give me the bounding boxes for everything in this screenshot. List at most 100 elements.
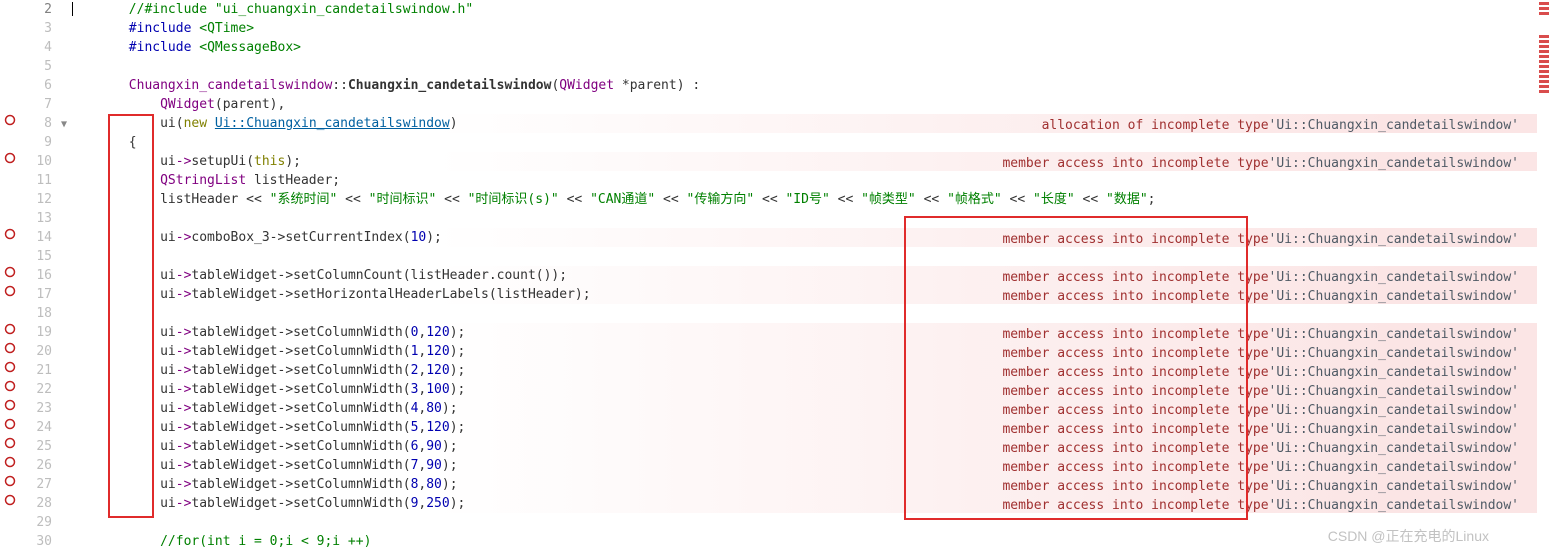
code-line[interactable]: 10 ui->setupUi(this);member access into …	[0, 152, 1537, 171]
code-line[interactable]: 7 QWidget(parent),	[0, 95, 1537, 114]
code-line[interactable]: 2 //#include "ui_chuangxin_candetailswin…	[0, 0, 1537, 19]
minimap[interactable]	[1539, 0, 1549, 94]
minimap-marker[interactable]	[1539, 35, 1549, 38]
fold-icon[interactable]: ▼	[61, 119, 67, 130]
gutter-marker	[0, 361, 20, 373]
line-number[interactable]: 8	[20, 114, 56, 133]
line-number[interactable]: 27	[20, 475, 56, 494]
fold-gutter[interactable]: ▼	[56, 114, 72, 134]
line-number[interactable]: 3	[20, 19, 56, 38]
code-line[interactable]: 5	[0, 57, 1537, 76]
code-content[interactable]: //#include "ui_chuangxin_candetailswindo…	[72, 0, 1537, 19]
code-editor[interactable]: 2 //#include "ui_chuangxin_candetailswin…	[0, 0, 1537, 552]
code-line[interactable]: 13	[0, 209, 1537, 228]
code-line[interactable]: 12 listHeader << "系统时间" << "时间标识" << "时间…	[0, 190, 1537, 209]
code-line[interactable]: 23 ui->tableWidget->setColumnWidth(4,80)…	[0, 399, 1537, 418]
token: <<	[916, 192, 947, 207]
line-number[interactable]: 18	[20, 304, 56, 323]
code-content[interactable]: QStringList listHeader;	[72, 171, 1537, 190]
code-line[interactable]: 20 ui->tableWidget->setColumnWidth(1,120…	[0, 342, 1537, 361]
code-content[interactable]: listHeader << "系统时间" << "时间标识" << "时间标识(…	[72, 190, 1537, 209]
code-content[interactable]: #include <QMessageBox>	[72, 38, 1537, 57]
line-number[interactable]: 2	[20, 0, 56, 19]
line-number[interactable]: 21	[20, 361, 56, 380]
minimap-marker[interactable]	[1539, 60, 1549, 63]
token	[74, 2, 129, 17]
line-number[interactable]: 19	[20, 323, 56, 342]
line-number[interactable]: 4	[20, 38, 56, 57]
code-content[interactable]: Chuangxin_candetailswindow::Chuangxin_ca…	[72, 76, 1537, 95]
token: tableWidget->setColumnWidth(	[191, 382, 410, 397]
line-number[interactable]: 25	[20, 437, 56, 456]
token: 120	[426, 344, 449, 359]
code-line[interactable]: 17 ui->tableWidget->setHorizontalHeaderL…	[0, 285, 1537, 304]
error-icon	[4, 437, 16, 449]
minimap-marker[interactable]	[1539, 65, 1549, 68]
minimap-marker[interactable]	[1539, 55, 1549, 58]
code-content[interactable]: {	[72, 133, 1537, 152]
line-number[interactable]: 15	[20, 247, 56, 266]
code-line[interactable]: 25 ui->tableWidget->setColumnWidth(6,90)…	[0, 437, 1537, 456]
minimap-marker[interactable]	[1539, 50, 1549, 53]
line-number[interactable]: 9	[20, 133, 56, 152]
line-number[interactable]: 12	[20, 190, 56, 209]
code-line[interactable]: 24 ui->tableWidget->setColumnWidth(5,120…	[0, 418, 1537, 437]
code-line[interactable]: 18	[0, 304, 1537, 323]
token: <<	[1002, 192, 1033, 207]
line-number[interactable]: 28	[20, 494, 56, 513]
token: );	[442, 458, 458, 473]
line-number[interactable]: 6	[20, 76, 56, 95]
code-line[interactable]: 14 ui->comboBox_3->setCurrentIndex(10);m…	[0, 228, 1537, 247]
line-number[interactable]: 23	[20, 399, 56, 418]
code-line[interactable]: 8▼ ui(new Ui::Chuangxin_candetailswindow…	[0, 114, 1537, 133]
token: ui	[74, 439, 176, 454]
line-number[interactable]: 26	[20, 456, 56, 475]
error-icon	[4, 456, 16, 468]
line-number[interactable]: 20	[20, 342, 56, 361]
code-line[interactable]: 16 ui->tableWidget->setColumnCount(listH…	[0, 266, 1537, 285]
minimap-marker[interactable]	[1539, 70, 1549, 73]
minimap-marker[interactable]	[1539, 85, 1549, 88]
line-number[interactable]: 5	[20, 57, 56, 76]
error-icon	[4, 494, 16, 506]
line-number[interactable]: 14	[20, 228, 56, 247]
code-line[interactable]: 19 ui->tableWidget->setColumnWidth(0,120…	[0, 323, 1537, 342]
line-number[interactable]: 11	[20, 171, 56, 190]
code-line[interactable]: 27 ui->tableWidget->setColumnWidth(8,80)…	[0, 475, 1537, 494]
code-line[interactable]: 21 ui->tableWidget->setColumnWidth(2,120…	[0, 361, 1537, 380]
minimap-marker[interactable]	[1539, 75, 1549, 78]
minimap-marker[interactable]	[1539, 12, 1549, 15]
code-content[interactable]: #include <QTime>	[72, 19, 1537, 38]
code-line[interactable]: 9 {	[0, 133, 1537, 152]
minimap-marker[interactable]	[1539, 45, 1549, 48]
code-line[interactable]: 26 ui->tableWidget->setColumnWidth(7,90)…	[0, 456, 1537, 475]
token: tableWidget->setColumnWidth(	[191, 477, 410, 492]
token: tableWidget->setColumnWidth(	[191, 344, 410, 359]
code-line[interactable]: 22 ui->tableWidget->setColumnWidth(3,100…	[0, 380, 1537, 399]
minimap-marker[interactable]	[1539, 40, 1549, 43]
code-content[interactable]: //for(int i = 0;i < 9;i ++)	[72, 532, 1537, 551]
minimap-marker[interactable]	[1539, 80, 1549, 83]
token	[74, 116, 160, 131]
line-number[interactable]: 30	[20, 532, 56, 551]
code-line[interactable]: 6 Chuangxin_candetailswindow::Chuangxin_…	[0, 76, 1537, 95]
code-line[interactable]: 3 #include <QTime>	[0, 19, 1537, 38]
line-number[interactable]: 17	[20, 285, 56, 304]
code-line[interactable]: 30 //for(int i = 0;i < 9;i ++)	[0, 532, 1537, 551]
line-number[interactable]: 10	[20, 152, 56, 171]
line-number[interactable]: 22	[20, 380, 56, 399]
code-line[interactable]: 11 QStringList listHeader;	[0, 171, 1537, 190]
code-line[interactable]: 15	[0, 247, 1537, 266]
code-content[interactable]: QWidget(parent),	[72, 95, 1537, 114]
code-line[interactable]: 28 ui->tableWidget->setColumnWidth(9,250…	[0, 494, 1537, 513]
line-number[interactable]: 16	[20, 266, 56, 285]
minimap-marker[interactable]	[1539, 90, 1549, 93]
code-line[interactable]: 29	[0, 513, 1537, 532]
minimap-marker[interactable]	[1539, 7, 1549, 10]
minimap-marker[interactable]	[1539, 2, 1549, 5]
line-number[interactable]: 13	[20, 209, 56, 228]
line-number[interactable]: 24	[20, 418, 56, 437]
line-number[interactable]: 29	[20, 513, 56, 532]
line-number[interactable]: 7	[20, 95, 56, 114]
code-line[interactable]: 4 #include <QMessageBox>	[0, 38, 1537, 57]
